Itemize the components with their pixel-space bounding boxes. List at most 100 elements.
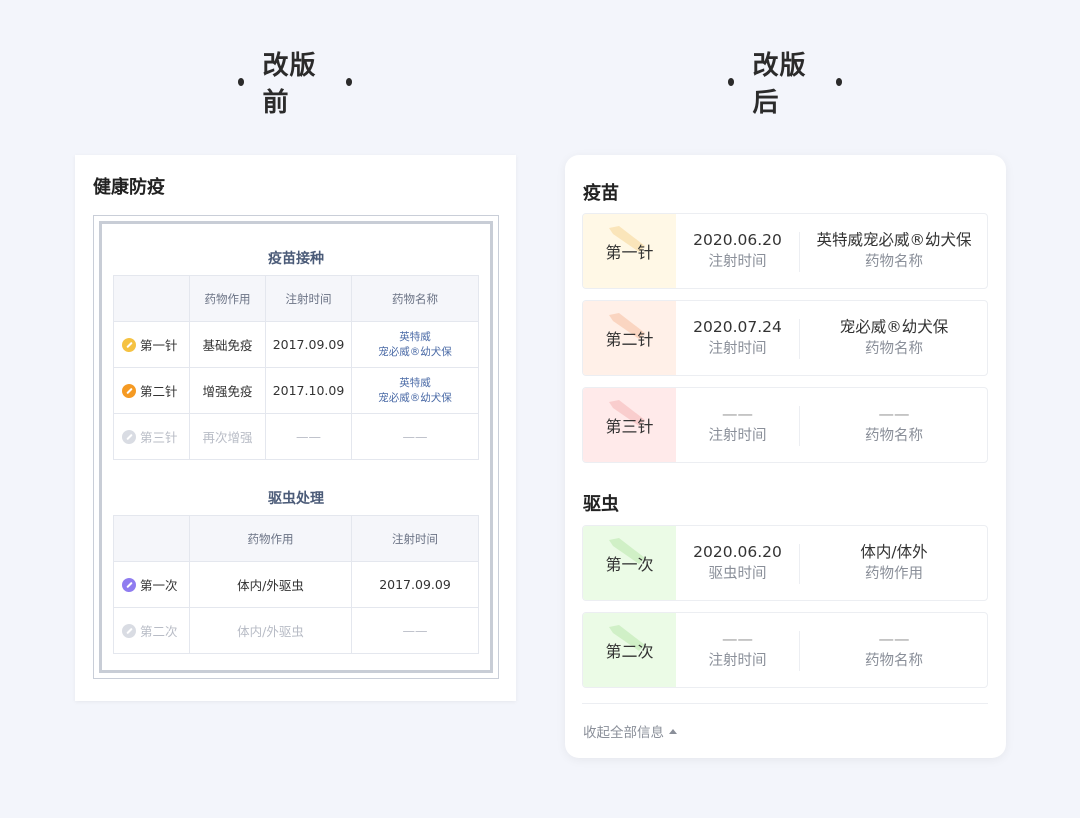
syringe-icon (122, 384, 136, 398)
medicine-name: 宠必威®幼犬保 (378, 391, 452, 404)
syringe-icon (122, 430, 136, 444)
dose-label: 第一次 (140, 578, 178, 593)
medicine-label: 药物作用 (865, 566, 923, 582)
dose-cell: 第一次 (113, 561, 190, 608)
time-value: 2020.06.20 (693, 543, 782, 561)
bullet-dot (835, 78, 843, 86)
divider (582, 703, 988, 704)
collapse-all-label: 收起全部信息 (583, 725, 664, 741)
dose-badge: 第二针 (583, 301, 676, 375)
old-vaccine-table: 药物作用 注射时间 药物名称 第一针 基础免疫 2017.09.09 英特威 宠必威®幼… (113, 275, 479, 460)
effect-cell: 基础免疫 (189, 321, 266, 368)
table-header: 注射时间 (265, 275, 352, 322)
syringe-icon (122, 578, 136, 592)
time-cell: —— (265, 413, 352, 460)
dose-label: 第二针 (140, 384, 178, 399)
table-header (113, 275, 190, 322)
table-header: 药物作用 (189, 515, 352, 562)
medicine-value: 体内/体外 (860, 543, 928, 561)
medicine-value: —— (878, 405, 910, 423)
heading-after-text: 改版后 (752, 51, 807, 118)
record-card[interactable]: 第二次 —— 注射时间 —— 药物名称 (582, 612, 988, 688)
dose-badge: 第二次 (583, 613, 676, 687)
effect-cell: 体内/外驱虫 (189, 607, 352, 654)
old-health-panel: 健康防疫 疫苗接种 药物作用 注射时间 药物名称 第一针 基础免疫 2017.09.… (75, 155, 516, 701)
medicine-value: —— (878, 630, 910, 648)
medicine-value: 英特威宠必威®幼犬保 (816, 231, 972, 249)
table-row: 第一次 体内/外驱虫 2017.09.09 (113, 561, 479, 608)
record-card[interactable]: 第二针 2020.07.24 注射时间 宠必威®幼犬保 药物名称 (582, 300, 988, 376)
table-row: 第三针 再次增强 —— —— (113, 413, 479, 460)
dose-cell: 第二针 (113, 367, 190, 414)
time-label: 驱虫时间 (708, 566, 767, 582)
old-vaccine-title: 疫苗接种 (268, 251, 324, 267)
bullet-dot (345, 78, 353, 86)
dose-cell: 第一针 (113, 321, 190, 368)
medicine-label: 药物名称 (865, 254, 923, 270)
dose-cell: 第三针 (113, 413, 190, 460)
caret-up-icon (669, 728, 677, 734)
heading-before-text: 改版前 (262, 51, 317, 118)
new-vaccine-title: 疫苗 (583, 183, 619, 204)
medicine-cell: —— (351, 413, 479, 460)
time-column: 2020.06.20 驱虫时间 (676, 526, 799, 600)
new-deworm-title: 驱虫 (583, 494, 619, 515)
time-cell: —— (351, 607, 479, 654)
old-panel-title: 健康防疫 (93, 177, 165, 198)
syringe-icon (122, 338, 136, 352)
new-health-panel: 疫苗 第一针 2020.06.20 注射时间 英特威宠必威®幼犬保 药物名称 第二针 202… (565, 155, 1006, 758)
dose-label: 第二次 (140, 624, 178, 639)
effect-cell: 增强免疫 (189, 367, 266, 414)
time-column: 2020.07.24 注射时间 (676, 301, 799, 375)
old-deworm-table: 药物作用 注射时间 第一次 体内/外驱虫 2017.09.09 第二次 体内/外驱虫 —— (113, 515, 479, 654)
dose-badge: 第三针 (583, 388, 676, 462)
dose-label: 第三针 (140, 430, 178, 445)
time-label: 注射时间 (708, 428, 767, 444)
dose-badge-label: 第二针 (605, 330, 654, 349)
dose-badge: 第一针 (583, 214, 676, 288)
medicine-column: 体内/体外药物作用 (799, 526, 987, 600)
syringe-icon (122, 624, 136, 638)
collapse-all-button[interactable]: 收起全部信息 (583, 721, 677, 741)
record-card[interactable]: 第三针 —— 注射时间 —— 药物名称 (582, 387, 988, 463)
old-deworm-title: 驱虫处理 (268, 491, 324, 507)
dose-label: 第一针 (140, 338, 178, 353)
table-header: 药物作用 (189, 275, 266, 322)
medicine-brand: —— (402, 429, 428, 444)
effect-cell: 再次增强 (189, 413, 266, 460)
time-label: 注射时间 (708, 653, 767, 669)
table-header: 药物名称 (351, 275, 479, 322)
medicine-cell: 英特威 宠必威®幼犬保 (351, 367, 479, 414)
record-card[interactable]: 第一针 2020.06.20 注射时间 英特威宠必威®幼犬保 药物名称 (582, 213, 988, 289)
medicine-label: 药物名称 (865, 428, 923, 444)
time-label: 注射时间 (708, 254, 767, 270)
time-value: 2020.06.20 (693, 231, 782, 249)
old-frame-inner: 疫苗接种 药物作用 注射时间 药物名称 第一针 基础免疫 2017.09.09 英特威… (99, 221, 493, 673)
record-card[interactable]: 第一次 2020.06.20 驱虫时间 体内/体外药物作用 (582, 525, 988, 601)
medicine-column: 宠必威®幼犬保 药物名称 (799, 301, 987, 375)
time-value: 2020.07.24 (693, 318, 782, 336)
bullet-dot (728, 78, 735, 86)
dose-badge-label: 第三针 (605, 417, 654, 436)
medicine-value: 宠必威®幼犬保 (839, 318, 949, 336)
table-header-row: 药物作用 注射时间 (113, 515, 479, 562)
time-cell: 2017.09.09 (265, 321, 352, 368)
time-column: —— 注射时间 (676, 388, 799, 462)
time-column: 2020.06.20 注射时间 (676, 214, 799, 288)
heading-before: 改版前 (220, 51, 370, 118)
table-header (113, 515, 190, 562)
time-value: —— (722, 630, 753, 648)
medicine-column: —— 药物名称 (799, 388, 987, 462)
bullet-dot (238, 78, 245, 86)
table-header-row: 药物作用 注射时间 药物名称 (113, 275, 479, 322)
dose-badge-label: 第二次 (605, 642, 654, 661)
medicine-brand: 英特威 (399, 330, 431, 343)
time-cell: 2017.10.09 (265, 367, 352, 414)
table-row: 第一针 基础免疫 2017.09.09 英特威 宠必威®幼犬保 (113, 321, 479, 368)
dose-badge-label: 第一针 (605, 243, 654, 262)
heading-after: 改版后 (710, 51, 860, 118)
table-row: 第二针 增强免疫 2017.10.09 英特威 宠必威®幼犬保 (113, 367, 479, 414)
time-cell: 2017.09.09 (351, 561, 479, 608)
medicine-label: 药物名称 (865, 653, 923, 669)
dose-badge-label: 第一次 (605, 555, 654, 574)
